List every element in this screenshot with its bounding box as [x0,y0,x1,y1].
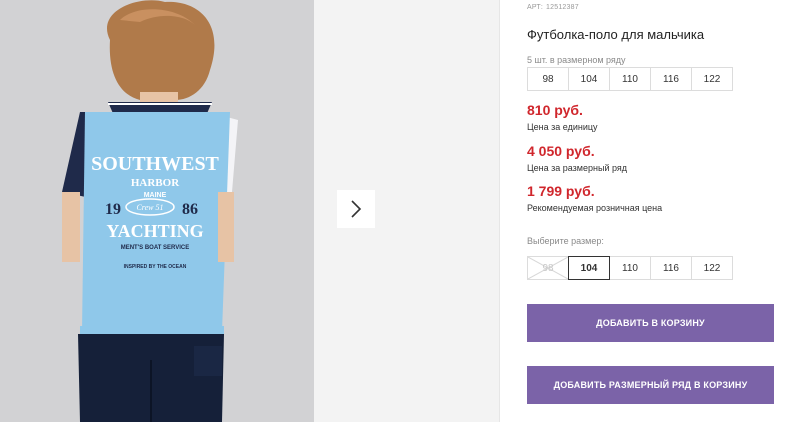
size-option-110[interactable]: 110 [609,256,651,280]
article-label: АРТ: [527,4,544,11]
size-row-note: 5 шт. в размерном ряду [527,55,626,65]
svg-text:MENT'S BOAT SERVICE: MENT'S BOAT SERVICE [121,245,190,251]
svg-text:86: 86 [182,201,198,218]
row-price-label: Цена за размерный ряд [527,163,628,173]
size-option-label: 122 [703,262,721,274]
svg-text:Crew 51: Crew 51 [136,203,163,212]
panel-divider [499,0,500,422]
size-option-122[interactable]: 122 [691,256,733,280]
svg-text:19: 19 [105,201,121,218]
size-option-label: 116 [663,262,679,274]
size-row-item: 110 [609,67,651,91]
size-option-label: 110 [622,262,638,274]
unit-price-label: Цена за единицу [527,122,598,132]
article-value: 12512387 [546,4,579,11]
chevron-right-icon [351,200,362,218]
size-row-item: 122 [691,67,733,91]
unit-price: 810 руб. [527,102,583,118]
product-gallery: SOUTHWEST HARBOR MAINE 19 86 Crew 51 YAC… [0,0,500,422]
size-row-item: 104 [568,67,610,91]
svg-text:MAINE: MAINE [144,192,167,199]
size-row-item: 116 [650,67,692,91]
gallery-next-button[interactable] [337,190,375,228]
rrp-price-label: Рекомендуемая розничная цена [527,203,663,213]
article-number: АРТ: 12512387 [527,4,582,11]
rrp-price: 1 799 руб. [527,183,595,199]
boy-polo-photo: SOUTHWEST HARBOR MAINE 19 86 Crew 51 YAC… [0,0,314,422]
svg-text:SOUTHWEST: SOUTHWEST [91,153,219,175]
size-row-item: 98 [527,67,569,91]
svg-text:YACHTING: YACHTING [106,221,203,241]
svg-text:INSPIRED BY THE OCEAN: INSPIRED BY THE OCEAN [124,264,187,270]
product-photo: SOUTHWEST HARBOR MAINE 19 86 Crew 51 YAC… [0,0,314,422]
add-size-row-to-cart-button[interactable]: Добавить размерный ряд в корзину [527,366,774,404]
size-row-list: 98 104 110 116 122 [527,67,733,91]
size-selector: 98 104 110 116 122 [527,256,733,280]
size-option-104[interactable]: 104 [568,256,610,280]
add-to-cart-button[interactable]: Добавить в корзину [527,304,774,342]
choose-size-label: Выберите размер: [527,236,604,246]
size-option-98[interactable]: 98 [527,256,569,280]
svg-text:HARBOR: HARBOR [131,177,180,189]
product-title: Футболка-поло для мальчика [527,27,705,42]
row-price: 4 050 руб. [527,143,595,159]
size-option-label: 104 [580,262,598,274]
size-option-label: 98 [542,262,554,274]
size-option-116[interactable]: 116 [650,256,692,280]
